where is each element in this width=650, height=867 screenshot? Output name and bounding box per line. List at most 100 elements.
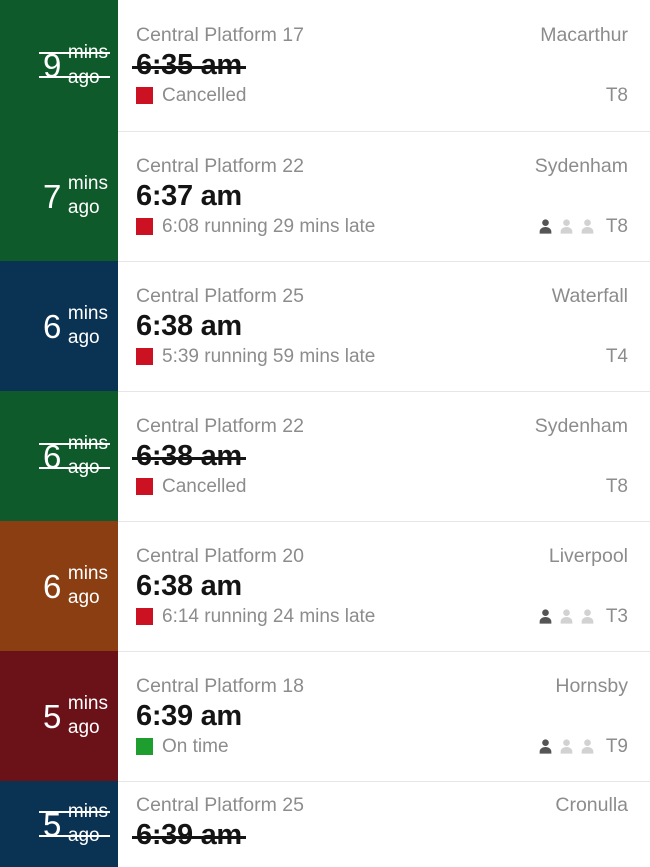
platform-label: Central Platform 22	[136, 155, 304, 178]
status-swatch-icon	[136, 738, 153, 756]
departure-time: 6:37 am	[136, 180, 242, 213]
countdown-minutes: 5	[43, 697, 61, 735]
person-icon	[578, 607, 597, 626]
countdown-unit-ago: ago	[67, 327, 100, 348]
status-line: 5:39 running 59 mins late T4	[136, 346, 628, 368]
platform-label: Central Platform 17	[136, 24, 304, 47]
platform-destination-line: Central Platform 22 Sydenham	[136, 155, 628, 178]
status-swatch-icon	[136, 87, 153, 105]
person-icon	[557, 217, 576, 236]
person-icon	[536, 217, 555, 236]
destination-label: Liverpool	[548, 545, 628, 568]
time-line: 6:38 am	[132, 440, 628, 473]
departure-detail: Central Platform 20 Liverpool 6:38 am 6:14 …	[118, 521, 650, 651]
departure-time: 6:38 am	[136, 570, 242, 603]
countdown: 6 mins ago	[43, 562, 108, 611]
countdown-unit-mins: mins	[67, 432, 108, 454]
countdown: 5 mins ago	[39, 800, 110, 849]
platform-label: Central Platform 18	[136, 675, 304, 698]
person-icon	[557, 607, 576, 626]
status-line: Cancelled T8	[136, 85, 628, 107]
destination-label: Macarthur	[540, 24, 628, 47]
line-code-label: T8	[605, 84, 628, 106]
countdown: 6 mins ago	[43, 302, 108, 351]
departure-time: 6:39 am	[136, 700, 242, 733]
countdown-unit-ago: ago	[67, 457, 100, 478]
status-swatch-icon	[136, 478, 153, 496]
status-swatch-icon	[136, 218, 153, 236]
departure-detail: Central Platform 25 Cronulla 6:39 am	[118, 781, 650, 867]
departure-row[interactable]: 7 mins ago Central Platform 22 Sydenham 6:37 …	[0, 131, 650, 261]
countdown: 6 mins ago	[39, 432, 110, 481]
status-swatch-icon	[136, 348, 153, 366]
destination-label: Hornsby	[555, 675, 628, 698]
countdown-unit: mins ago	[68, 562, 108, 611]
status-text: 5:39 running 59 mins late	[162, 345, 376, 367]
occupancy-indicator	[536, 217, 597, 236]
line-color-strip: 9 mins ago	[0, 0, 118, 131]
departure-time: 6:39 am	[132, 819, 246, 852]
platform-label: Central Platform 25	[136, 285, 304, 308]
occupancy-line-group: T8	[536, 216, 628, 238]
countdown-unit-mins: mins	[67, 302, 108, 324]
countdown-unit: mins ago	[68, 432, 108, 481]
status-text: On time	[162, 735, 229, 757]
line-color-strip: 5 mins ago	[0, 781, 118, 867]
countdown-unit: mins ago	[68, 41, 108, 90]
departure-board: 9 mins ago Central Platform 17 Macarthur 6:35…	[0, 0, 650, 867]
occupancy-line-group: T8	[606, 476, 628, 498]
destination-label: Sydenham	[534, 155, 628, 178]
person-icon	[578, 737, 597, 756]
occupancy-indicator	[536, 607, 597, 626]
countdown-minutes: 6	[43, 437, 61, 475]
platform-destination-line: Central Platform 18 Hornsby	[136, 675, 628, 698]
line-color-strip: 6 mins ago	[0, 261, 118, 391]
countdown-minutes: 7	[43, 177, 61, 215]
platform-label: Central Platform 22	[136, 415, 304, 438]
departure-row[interactable]: 6 mins ago Central Platform 20 Liverpool 6:38…	[0, 521, 650, 651]
countdown-unit: mins ago	[68, 172, 108, 221]
departure-row[interactable]: 5 mins ago Central Platform 18 Hornsby 6:39 a…	[0, 651, 650, 781]
time-line: 6:38 am	[136, 310, 628, 342]
line-code-label: T4	[605, 345, 628, 367]
departure-detail: Central Platform 17 Macarthur 6:35 am Cance…	[118, 0, 650, 131]
line-color-strip: 6 mins ago	[0, 521, 118, 651]
countdown: 5 mins ago	[43, 692, 108, 741]
countdown-unit-ago: ago	[67, 197, 100, 218]
departure-row[interactable]: 5 mins ago Central Platform 25 Cronulla 6:39 …	[0, 781, 650, 867]
countdown-unit-ago: ago	[67, 66, 100, 88]
departure-row[interactable]: 9 mins ago Central Platform 17 Macarthur 6:35…	[0, 0, 650, 131]
time-line: 6:39 am	[136, 700, 628, 732]
departure-detail: Central Platform 22 Sydenham 6:38 am Cancel…	[118, 391, 650, 521]
status-text: 6:08 running 29 mins late	[162, 215, 376, 237]
status-line: 6:14 running 24 mins late T3	[136, 606, 628, 628]
departure-row[interactable]: 6 mins ago Central Platform 22 Sydenham 6:38 …	[0, 391, 650, 521]
person-icon	[557, 737, 576, 756]
destination-label: Waterfall	[551, 285, 628, 308]
departure-row[interactable]: 6 mins ago Central Platform 25 Waterfall 6:38…	[0, 261, 650, 391]
platform-label: Central Platform 20	[136, 545, 304, 568]
line-code-label: T3	[605, 605, 628, 627]
occupancy-line-group: T8	[606, 85, 628, 107]
status-line: On time T9	[136, 736, 628, 758]
occupancy-line-group: T4	[606, 346, 628, 368]
status-text: Cancelled	[162, 475, 247, 497]
departure-detail: Central Platform 18 Hornsby 6:39 am On time…	[118, 651, 650, 781]
line-code-label: T8	[605, 215, 628, 237]
countdown-unit-mins: mins	[67, 800, 108, 822]
status-text: 6:14 running 24 mins late	[162, 605, 376, 627]
countdown-minutes: 6	[43, 567, 61, 605]
line-color-strip: 6 mins ago	[0, 391, 118, 521]
countdown-unit-mins: mins	[67, 172, 108, 194]
departure-time: 6:35 am	[132, 49, 246, 82]
countdown-unit-mins: mins	[67, 692, 108, 714]
status-line: 6:08 running 29 mins late T8	[136, 216, 628, 238]
person-icon	[536, 607, 555, 626]
departure-detail: Central Platform 22 Sydenham 6:37 am 6:08 r…	[118, 131, 650, 261]
status-group: 6:08 running 29 mins late	[136, 216, 375, 238]
platform-destination-line: Central Platform 22 Sydenham	[136, 415, 628, 438]
time-line: 6:39 am	[132, 819, 628, 852]
platform-label: Central Platform 25	[136, 794, 304, 817]
destination-label: Cronulla	[555, 794, 628, 817]
departure-time: 6:38 am	[132, 440, 246, 473]
